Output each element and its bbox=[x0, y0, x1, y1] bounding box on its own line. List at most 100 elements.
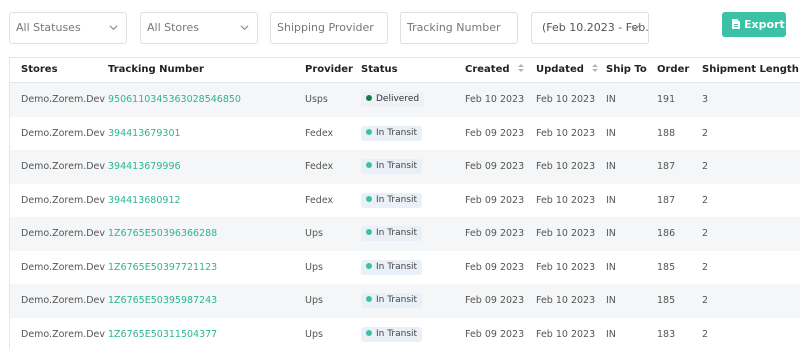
date-range-select[interactable]: (Feb 10.2023 - Feb... bbox=[531, 12, 649, 44]
table-row[interactable]: Demo.Zorem.Dev 394413680912 Fedex Feb 09 20… bbox=[10, 184, 800, 218]
cell-store: Demo.Zorem.Dev bbox=[21, 261, 105, 273]
cell-provider: Ups bbox=[305, 328, 323, 340]
cell-store: Demo.Zorem.Dev bbox=[21, 161, 105, 172]
cell-ship-to: IN bbox=[606, 94, 616, 105]
status-badge: In Transit bbox=[361, 159, 423, 174]
cell-store: Demo.Zorem.Dev bbox=[21, 295, 105, 306]
cell-updated: Feb 10 2023 bbox=[536, 161, 596, 172]
status-badge: In Transit bbox=[361, 125, 423, 141]
cell-created: Feb 09 2023 bbox=[465, 194, 525, 206]
cell-ship-to: IN bbox=[606, 328, 616, 340]
cell-ship-to: IN bbox=[606, 161, 616, 172]
status-badge: In Transit bbox=[361, 293, 423, 308]
tracking-number-link[interactable]: 394413679301 bbox=[108, 117, 181, 151]
sort-icon[interactable] bbox=[517, 63, 524, 73]
cell-order: 183 bbox=[657, 328, 676, 340]
tracking-number-link[interactable]: 1Z6765E50396366288 bbox=[108, 217, 217, 251]
table-row[interactable]: Demo.Zorem.Dev 394413679996 Fedex Feb 09 20… bbox=[10, 150, 800, 184]
status-label: Delivered bbox=[376, 94, 420, 104]
column-header-ship-to[interactable]: Ship To bbox=[606, 58, 647, 82]
export-label: Export bbox=[744, 18, 785, 31]
stores-filter-select[interactable]: All Stores bbox=[140, 12, 258, 44]
status-label: In Transit bbox=[376, 295, 418, 305]
cell-order: 185 bbox=[657, 295, 676, 306]
cell-updated: Feb 10 2023 bbox=[536, 127, 596, 139]
shipping-provider-placeholder: Shipping Provider bbox=[277, 21, 374, 34]
cell-updated: Feb 10 2023 bbox=[536, 328, 596, 340]
status-dot-icon bbox=[366, 162, 372, 168]
table-row[interactable]: Demo.Zorem.Dev 1Z6765E50397721123 Ups Feb 0… bbox=[10, 251, 800, 285]
cell-updated: Feb 10 2023 bbox=[536, 228, 596, 239]
tracking-number-input[interactable]: Tracking Number bbox=[400, 12, 518, 44]
status-filter-select[interactable]: All Statuses bbox=[9, 12, 127, 44]
column-header-provider[interactable]: Provider bbox=[305, 58, 353, 82]
status-label: In Transit bbox=[376, 228, 418, 238]
shipments-table: Stores Tracking Number Provider Status C… bbox=[9, 57, 800, 349]
cell-updated: Feb 10 2023 bbox=[536, 94, 596, 105]
cell-shipment-length: 2 bbox=[702, 295, 709, 306]
cell-provider: Ups bbox=[305, 228, 323, 239]
column-header-tracking-number[interactable]: Tracking Number bbox=[108, 58, 204, 82]
chevron-down-icon bbox=[240, 25, 249, 31]
tracking-number-link[interactable]: 9506110345363028546850 bbox=[108, 83, 241, 117]
column-header-updated-label: Updated bbox=[536, 64, 584, 75]
column-header-updated[interactable]: Updated bbox=[536, 58, 598, 82]
cell-order: 191 bbox=[657, 94, 676, 105]
tracking-number-placeholder: Tracking Number bbox=[407, 21, 501, 34]
cell-updated: Feb 10 2023 bbox=[536, 261, 596, 273]
status-badge: Delivered bbox=[361, 92, 425, 107]
cell-shipment-length: 2 bbox=[702, 127, 709, 139]
status-badge: In Transit bbox=[361, 192, 423, 208]
cell-order: 188 bbox=[657, 127, 676, 139]
cell-shipment-length: 2 bbox=[702, 161, 709, 172]
tracking-number-link[interactable]: 1Z6765E50311504377 bbox=[108, 318, 217, 349]
cell-order: 186 bbox=[657, 228, 676, 239]
cell-created: Feb 09 2023 bbox=[465, 295, 525, 306]
status-badge: In Transit bbox=[361, 226, 423, 241]
status-filter-value: All Statuses bbox=[16, 21, 81, 34]
table-row[interactable]: Demo.Zorem.Dev 1Z6765E50311504377 Ups Feb 0… bbox=[10, 318, 800, 349]
cell-store: Demo.Zorem.Dev bbox=[21, 127, 105, 139]
cell-ship-to: IN bbox=[606, 295, 616, 306]
column-header-order[interactable]: Order bbox=[657, 58, 689, 82]
column-header-stores[interactable]: Stores bbox=[21, 58, 58, 82]
table-row[interactable]: Demo.Zorem.Dev 1Z6765E50396366288 Ups Feb 0… bbox=[10, 217, 800, 251]
tracking-number-link[interactable]: 1Z6765E50397721123 bbox=[108, 251, 217, 285]
cell-updated: Feb 10 2023 bbox=[536, 295, 596, 306]
cell-created: Feb 09 2023 bbox=[465, 328, 525, 340]
cell-provider: Ups bbox=[305, 295, 323, 306]
table-row[interactable]: Demo.Zorem.Dev 1Z6765E50395987243 Ups Feb 0… bbox=[10, 284, 800, 318]
tracking-number-link[interactable]: 394413680912 bbox=[108, 184, 181, 218]
column-header-created[interactable]: Created bbox=[465, 58, 524, 82]
status-dot-icon bbox=[366, 95, 372, 101]
sort-icon[interactable] bbox=[591, 63, 598, 73]
status-dot-icon bbox=[366, 229, 372, 235]
cell-provider: Fedex bbox=[305, 127, 334, 139]
export-button[interactable]: Export bbox=[722, 12, 786, 37]
status-dot-icon bbox=[366, 195, 372, 202]
column-header-status[interactable]: Status bbox=[361, 58, 398, 82]
status-dot-icon bbox=[366, 329, 372, 336]
cell-ship-to: IN bbox=[606, 127, 616, 139]
cell-provider: Usps bbox=[305, 94, 328, 105]
cell-shipment-length: 2 bbox=[702, 261, 709, 273]
filter-toolbar: All Statuses All Stores Shipping Provide… bbox=[0, 0, 800, 57]
column-header-shipment-length[interactable]: Shipment Length bbox=[702, 58, 799, 82]
shipping-provider-input[interactable]: Shipping Provider bbox=[270, 12, 388, 44]
cell-order: 187 bbox=[657, 161, 676, 172]
file-icon bbox=[732, 19, 740, 29]
tracking-number-link[interactable]: 1Z6765E50395987243 bbox=[108, 284, 217, 318]
cell-ship-to: IN bbox=[606, 228, 616, 239]
status-dot-icon bbox=[366, 296, 372, 302]
column-header-created-label: Created bbox=[465, 64, 510, 75]
tracking-number-link[interactable]: 394413679996 bbox=[108, 150, 181, 184]
status-label: In Transit bbox=[376, 127, 418, 138]
table-row[interactable]: Demo.Zorem.Dev 394413679301 Fedex Feb 09 20… bbox=[10, 117, 800, 151]
cell-created: Feb 09 2023 bbox=[465, 161, 525, 172]
table-row[interactable]: Demo.Zorem.Dev 9506110345363028546850 Usps… bbox=[10, 83, 800, 117]
cell-shipment-length: 2 bbox=[702, 228, 709, 239]
cell-ship-to: IN bbox=[606, 261, 616, 273]
cell-provider: Fedex bbox=[305, 161, 334, 172]
cell-updated: Feb 10 2023 bbox=[536, 194, 596, 206]
cell-store: Demo.Zorem.Dev bbox=[21, 228, 105, 239]
